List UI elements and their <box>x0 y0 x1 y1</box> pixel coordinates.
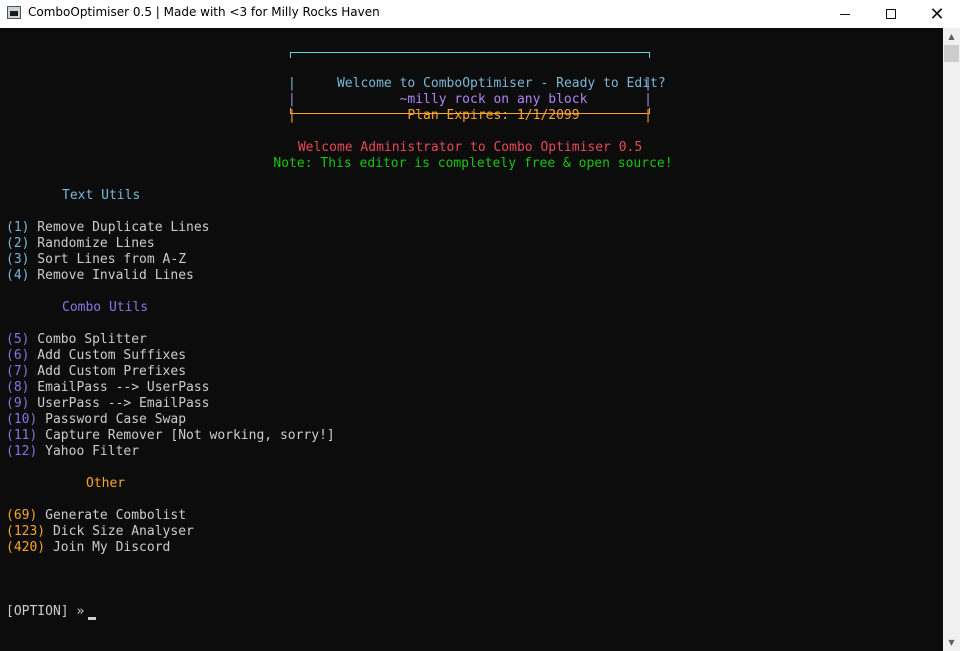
menu-item-6[interactable]: (6) Add Custom Suffixes <box>6 348 186 364</box>
minimize-button[interactable] <box>822 0 868 28</box>
banner-line-1: | Welcome to ComboOptimiser - Ready to Ed… <box>288 76 666 91</box>
menu-item-4[interactable]: (4) Remove Invalid Lines <box>6 268 194 284</box>
banner-top-border <box>290 52 650 58</box>
close-icon: ✕ <box>929 3 945 25</box>
text-cursor <box>88 617 97 620</box>
menu-item-2[interactable]: (2) Randomize Lines <box>6 236 155 252</box>
menu-item-8[interactable]: (8) EmailPass --> UserPass <box>6 380 210 396</box>
menu-item-1[interactable]: (1) Remove Duplicate Lines <box>6 220 210 236</box>
menu-item-123[interactable]: (123) Dick Size Analyser <box>6 524 194 540</box>
welcome-greeting: Welcome Administrator to Combo Optimiser… <box>297 140 643 155</box>
vertical-scrollbar[interactable]: ▲ ▼ <box>943 28 960 651</box>
maximize-icon <box>886 9 896 19</box>
maximize-button[interactable] <box>868 0 914 28</box>
section-heading-combo-utils: Combo Utils <box>62 300 149 315</box>
scroll-up-arrow-icon[interactable]: ▲ <box>943 28 960 45</box>
welcome-note: Note: This editor is completely free & o… <box>273 156 673 171</box>
menu-item-420[interactable]: (420) Join My Discord <box>6 540 170 556</box>
window-titlebar[interactable]: ComboOptimiser 0.5 | Made with <3 for Mi… <box>0 0 960 28</box>
welcome-banner: | Welcome to ComboOptimiser - Ready to Ed… <box>288 52 666 123</box>
menu-item-12[interactable]: (12) Yahoo Filter <box>6 444 139 460</box>
scroll-down-arrow-icon[interactable]: ▼ <box>943 634 960 651</box>
menu-item-69[interactable]: (69) Generate Combolist <box>6 508 186 524</box>
section-heading-text-utils: Text Utils <box>62 188 141 203</box>
banner-line-3: | Plan Expires: 1/1/2099 | <box>288 108 652 123</box>
menu-item-5[interactable]: (5) Combo Splitter <box>6 332 147 348</box>
banner-bottom-border <box>290 108 650 114</box>
menu-item-11[interactable]: (11) Capture Remover [Not working, sorry… <box>6 428 335 444</box>
option-prompt[interactable]: [OPTION] » <box>6 604 97 620</box>
prompt-label: [OPTION] » <box>6 604 85 619</box>
menu-item-9[interactable]: (9) UserPass --> EmailPass <box>6 396 210 412</box>
close-button[interactable]: ✕ <box>914 0 960 28</box>
section-heading-other: Other <box>86 476 126 491</box>
banner-line-2: | ~milly rock on any block | <box>288 92 652 107</box>
console-app-icon <box>7 6 21 19</box>
window-title: ComboOptimiser 0.5 | Made with <3 for Mi… <box>28 5 380 19</box>
scroll-thumb[interactable] <box>944 45 959 62</box>
minimize-icon <box>840 13 850 15</box>
menu-item-7[interactable]: (7) Add Custom Prefixes <box>6 364 186 380</box>
menu-item-3[interactable]: (3) Sort Lines from A-Z <box>6 252 186 268</box>
menu-item-10[interactable]: (10) Password Case Swap <box>6 412 186 428</box>
console-output[interactable]: | Welcome to ComboOptimiser - Ready to Ed… <box>0 28 943 651</box>
